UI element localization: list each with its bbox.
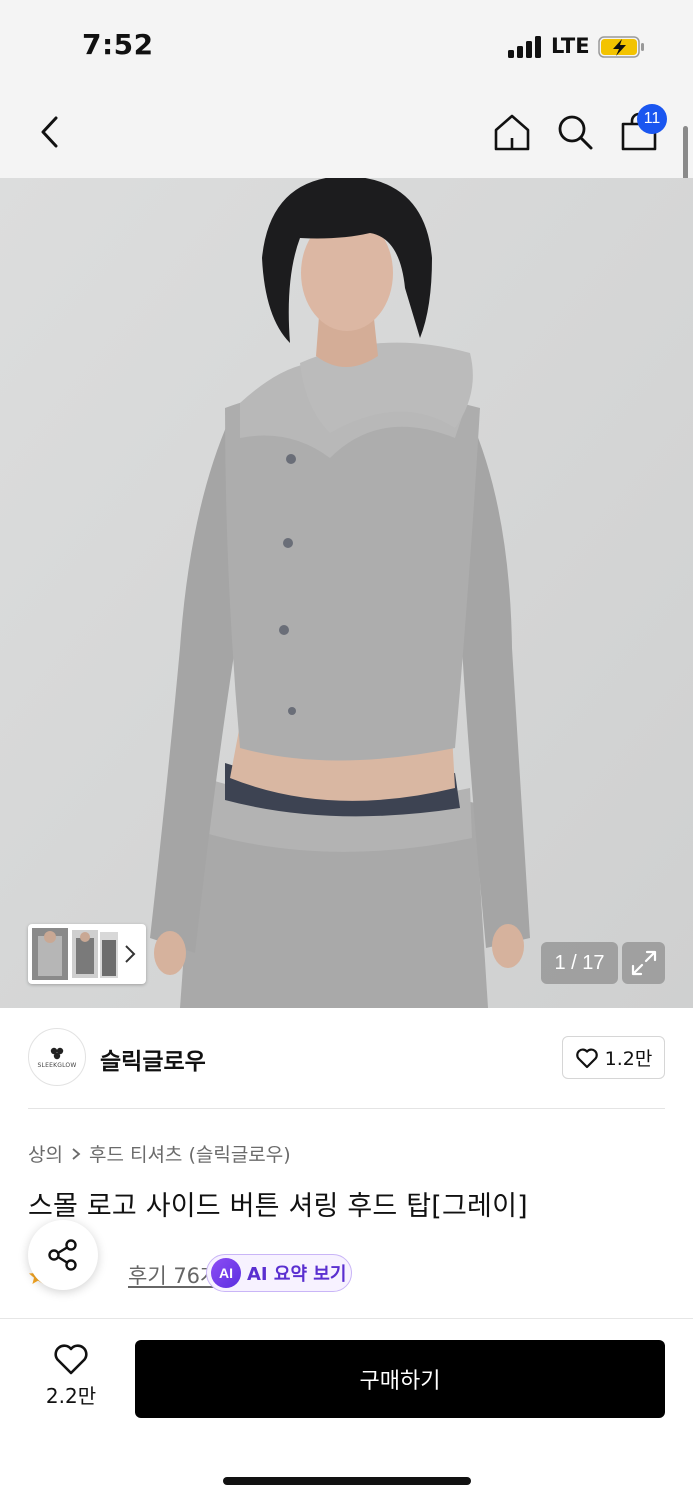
heart-icon [575, 1048, 598, 1068]
brand-like-count: 1.2만 [604, 1048, 653, 1070]
share-button[interactable] [28, 1220, 98, 1290]
ai-badge-icon: AI [211, 1258, 241, 1288]
search-icon [558, 115, 593, 150]
product-photo-illustration [0, 178, 693, 1008]
chevron-right-icon [72, 1147, 81, 1160]
thumbnail-strip[interactable] [28, 924, 146, 984]
ai-summary-label: AI 요약 보기 [247, 1264, 347, 1285]
search-button[interactable] [547, 92, 603, 172]
battery-icon [598, 36, 644, 58]
product-like-count: 2.2만 [45, 1384, 97, 1408]
divider [28, 1108, 665, 1109]
home-button[interactable] [484, 92, 540, 172]
cart-count-badge: 11 [637, 104, 667, 134]
home-indicator[interactable] [223, 1477, 471, 1485]
home-icon [494, 114, 530, 151]
network-label: LTE [551, 34, 590, 58]
status-bar: 7:52 LTE [0, 0, 693, 92]
brand-logo[interactable]: SLEEKGLOW [28, 1028, 86, 1086]
share-icon [48, 1239, 77, 1271]
top-nav [0, 92, 693, 178]
bottom-bar-divider [0, 1318, 693, 1319]
product-image[interactable] [0, 178, 693, 1008]
breadcrumb-item[interactable]: 상의 [28, 1140, 63, 1167]
heart-icon [54, 1344, 88, 1375]
chevron-left-icon [41, 116, 58, 148]
status-time: 7:52 [82, 28, 154, 61]
product-title: 스몰 로고 사이드 버튼 셔링 후드 탑[그레이] [28, 1191, 528, 1222]
thumbnail-images [32, 928, 136, 980]
buy-button[interactable]: 구매하기 [135, 1340, 665, 1418]
brand-flower-icon [50, 1047, 64, 1059]
brand-logo-text: SLEEKGLOW [37, 1061, 77, 1069]
breadcrumb-item[interactable]: 후드 티셔츠 (슬릭글로우) [89, 1140, 291, 1167]
brand-name[interactable]: 슬릭글로우 [100, 1042, 206, 1076]
fullscreen-button[interactable] [622, 942, 665, 984]
signal-icon [508, 36, 544, 58]
back-button[interactable] [22, 92, 78, 172]
breadcrumb: 상의 후드 티셔츠 (슬릭글로우) [28, 1140, 291, 1167]
expand-icon [631, 950, 656, 976]
product-like-button[interactable]: 2.2만 [28, 1342, 114, 1422]
ai-summary-button[interactable]: AI AI 요약 보기 [206, 1254, 352, 1292]
image-counter: 1 / 17 [541, 942, 618, 984]
brand-like-button[interactable]: 1.2만 [562, 1036, 665, 1079]
